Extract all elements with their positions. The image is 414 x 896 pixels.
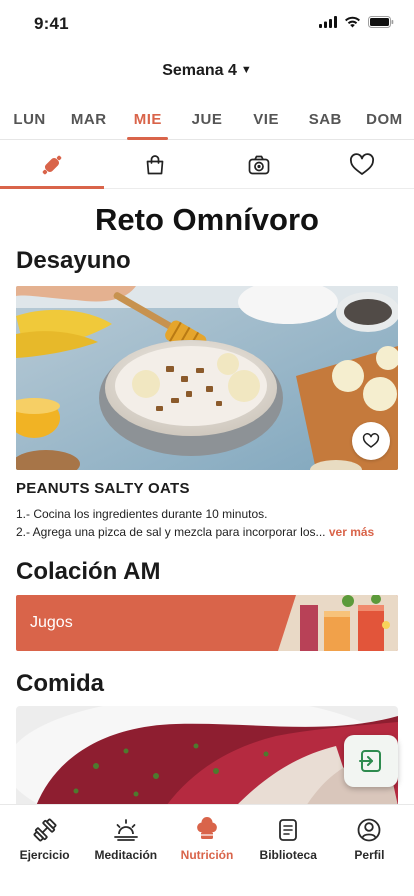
tab-biblioteca[interactable]: Biblioteca bbox=[248, 817, 329, 896]
day-tab-mie[interactable]: MIE bbox=[118, 104, 177, 140]
juice-banner[interactable]: Jugos bbox=[16, 595, 398, 651]
chef-hat-icon bbox=[197, 817, 217, 839]
section-lunch-title: Comida bbox=[16, 670, 105, 697]
heart-outline-icon bbox=[362, 433, 380, 448]
section-snack-title: Colación AM bbox=[16, 558, 161, 585]
wifi-icon bbox=[345, 16, 360, 28]
caret-down-icon: ▼ bbox=[240, 64, 252, 76]
lunch-image[interactable] bbox=[16, 706, 398, 806]
book-icon bbox=[279, 819, 298, 841]
tab-label-perfil: Perfil bbox=[354, 848, 385, 862]
tab-favorites[interactable] bbox=[311, 141, 414, 188]
camera-icon bbox=[248, 155, 270, 174]
juice-label: Jugos bbox=[30, 614, 73, 631]
tab-photos[interactable] bbox=[207, 141, 311, 188]
status-time: 9:41 bbox=[34, 14, 69, 33]
tab-recipes[interactable] bbox=[0, 141, 104, 189]
recipe-step-2: 2.- Agrega una pizca de sal y mezcla par… bbox=[16, 523, 402, 541]
tab-label-meditacion: Meditación bbox=[94, 848, 158, 862]
day-tab-dom[interactable]: DOM bbox=[355, 104, 414, 139]
heart-icon bbox=[350, 152, 375, 175]
day-tabs: LUN MAR MIE JUE VIE SAB DOM bbox=[0, 104, 414, 140]
exit-icon bbox=[359, 750, 381, 772]
signal-icon bbox=[319, 16, 337, 28]
tab-perfil[interactable]: Perfil bbox=[329, 817, 410, 896]
recipe-step-2-text: 2.- Agrega una pizca de sal y mezcla par… bbox=[16, 525, 326, 539]
rolling-pin-icon bbox=[42, 155, 62, 174]
tab-shopping[interactable] bbox=[104, 141, 208, 188]
juices-photo bbox=[278, 595, 398, 651]
page-title: Reto Omnívoro bbox=[95, 202, 319, 237]
export-button[interactable] bbox=[344, 735, 398, 787]
oatmeal-bowl-photo bbox=[16, 286, 398, 470]
day-tab-lun[interactable]: LUN bbox=[0, 104, 59, 139]
battery-icon bbox=[368, 16, 394, 28]
tab-meditacion[interactable]: Meditación bbox=[85, 817, 166, 896]
status-icons bbox=[319, 16, 394, 28]
see-more-link[interactable]: ver más bbox=[329, 525, 374, 539]
day-tab-sab[interactable]: SAB bbox=[296, 104, 355, 139]
tab-ejercicio[interactable]: Ejercicio bbox=[4, 817, 85, 896]
bottom-tab-bar: Ejercicio Meditación Nutrición Bibliotec… bbox=[0, 804, 414, 896]
shopping-bag-icon bbox=[146, 154, 164, 174]
breakfast-image[interactable] bbox=[16, 286, 398, 470]
week-label: Semana 4 bbox=[162, 62, 237, 79]
day-tab-mar[interactable]: MAR bbox=[59, 104, 118, 139]
day-tab-jue[interactable]: JUE bbox=[177, 104, 236, 139]
tab-label-biblioteca: Biblioteca bbox=[259, 848, 317, 862]
tab-nutricion[interactable]: Nutrición bbox=[166, 817, 247, 896]
category-tabs bbox=[0, 141, 414, 189]
day-tab-vie[interactable]: VIE bbox=[237, 104, 296, 139]
tab-label-ejercicio: Ejercicio bbox=[19, 848, 70, 862]
dumbbell-icon bbox=[33, 818, 57, 842]
recipe-step-1: 1.- Cocina los ingredientes durante 10 m… bbox=[16, 507, 268, 521]
meat-dish-photo bbox=[16, 706, 398, 806]
recipe-steps: 1.- Cocina los ingredientes durante 10 m… bbox=[16, 505, 402, 541]
favorite-button[interactable] bbox=[352, 422, 390, 460]
sunrise-icon bbox=[113, 819, 138, 841]
recipe-name[interactable]: PEANUTS SALTY OATS bbox=[16, 480, 190, 497]
section-breakfast-title: Desayuno bbox=[16, 247, 131, 274]
user-icon bbox=[358, 818, 381, 842]
tab-label-nutricion: Nutrición bbox=[180, 848, 234, 862]
status-bar: 9:41 bbox=[0, 0, 414, 48]
week-selector[interactable]: Semana 4 ▼ bbox=[0, 62, 414, 80]
